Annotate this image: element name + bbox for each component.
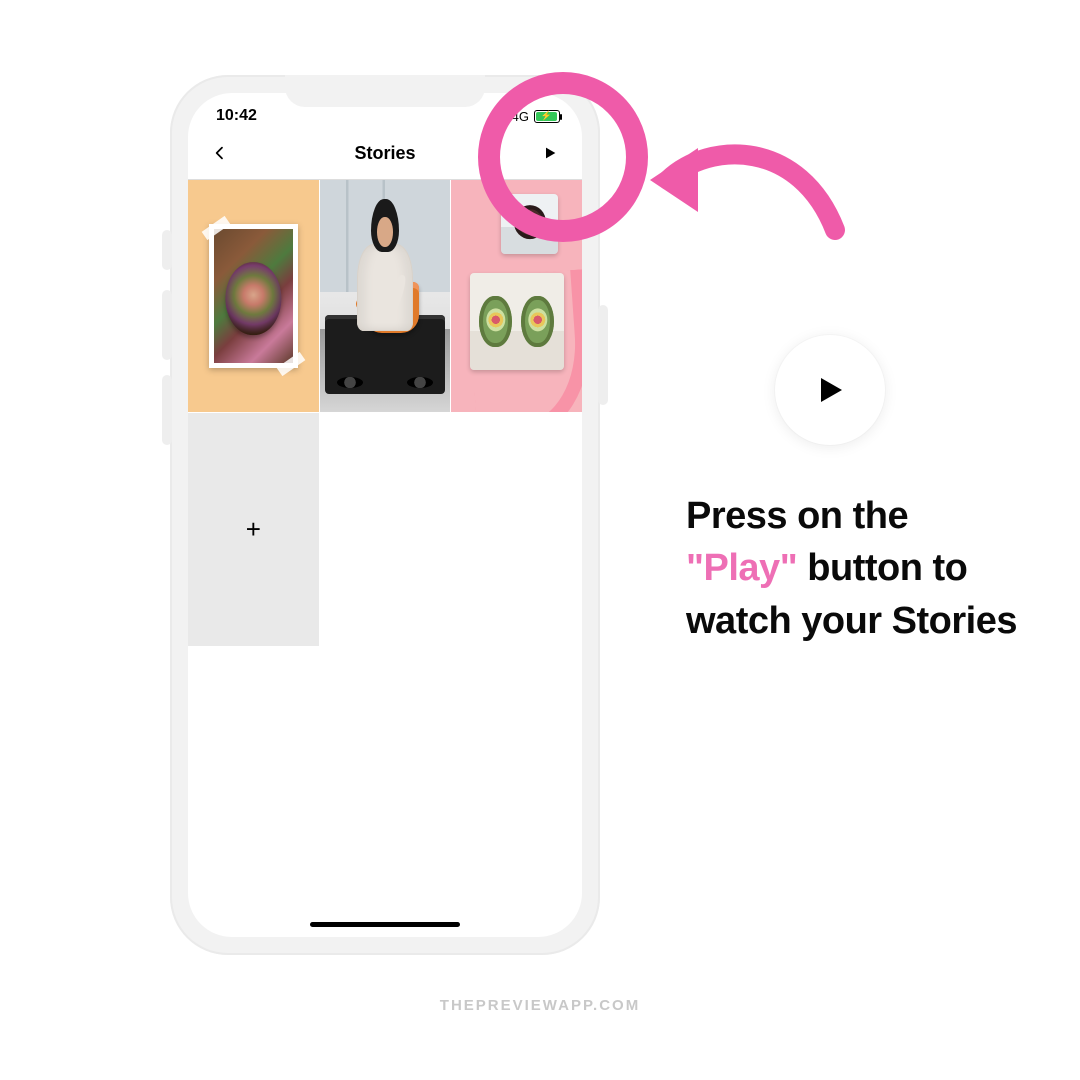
network-label: 4G (512, 109, 529, 124)
home-indicator[interactable] (310, 922, 460, 927)
play-button[interactable] (538, 141, 562, 165)
back-button[interactable] (208, 141, 232, 165)
status-time: 10:42 (216, 107, 257, 125)
watermark: THEPREVIEWAPP.COM (440, 997, 640, 1014)
phone-side-button (162, 290, 172, 360)
chevron-left-icon (212, 145, 228, 161)
story-grid: + (188, 180, 582, 646)
instruction-text: Press on the "Play" button to watch your… (686, 490, 1056, 647)
status-right: 4G (490, 109, 560, 124)
add-story-button[interactable]: + (188, 413, 319, 645)
story-thumbnail[interactable] (188, 180, 319, 412)
instruction-accent: "Play" (686, 547, 797, 589)
phone-notch (285, 75, 485, 107)
arrow-annotation (640, 120, 860, 310)
nav-bar: Stories (188, 131, 582, 180)
phone-screen: 10:42 4G Stories (188, 93, 582, 937)
plus-icon: + (246, 514, 261, 545)
play-badge (775, 335, 885, 445)
story-thumbnail[interactable] (320, 180, 451, 412)
story-image (354, 199, 417, 334)
instruction-line: Press on the (686, 495, 908, 537)
phone-side-button (162, 375, 172, 445)
story-thumbnail[interactable] (451, 180, 582, 412)
play-icon (542, 145, 558, 161)
phone-side-button (162, 230, 172, 270)
phone-mockup: 10:42 4G Stories (170, 75, 600, 955)
phone-side-button (598, 305, 608, 405)
story-image (209, 224, 298, 368)
signal-icon (490, 109, 507, 123)
nav-title: Stories (354, 143, 415, 164)
story-image (501, 194, 558, 254)
play-icon (812, 372, 848, 408)
battery-icon (534, 110, 560, 123)
